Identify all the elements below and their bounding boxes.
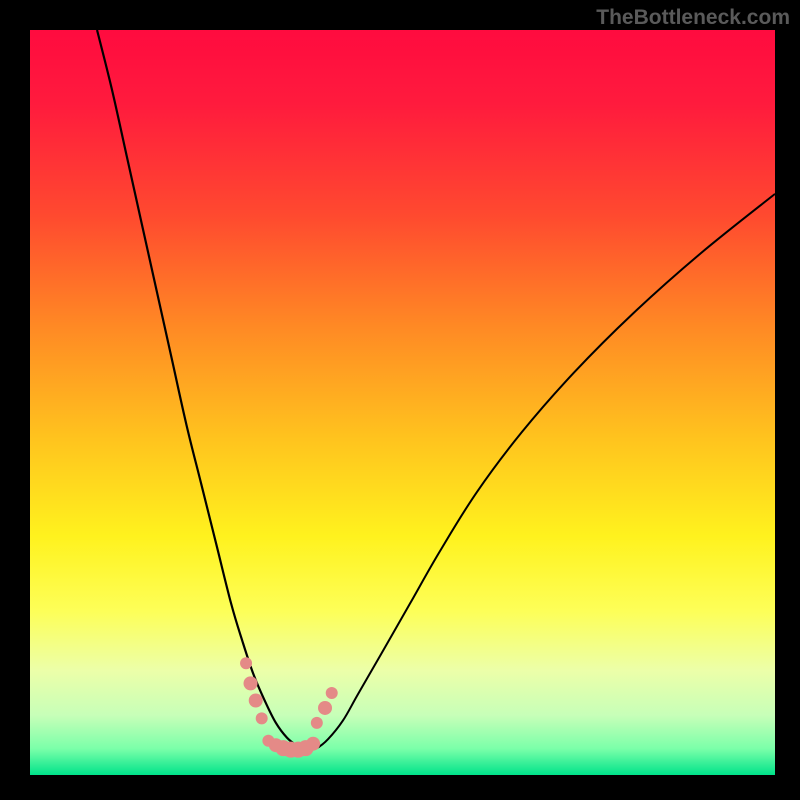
left-curve: [97, 30, 306, 751]
marker-dot: [249, 694, 263, 708]
marker-dot: [256, 712, 268, 724]
marker-dot: [306, 737, 320, 751]
plot-area: [30, 30, 775, 775]
minimum-markers: [240, 657, 338, 757]
marker-dot: [244, 676, 258, 690]
marker-dot: [318, 701, 332, 715]
marker-dot: [311, 717, 323, 729]
watermark: TheBottleneck.com: [596, 6, 790, 30]
right-curve: [306, 194, 775, 751]
curves-layer: [30, 30, 775, 775]
marker-dot: [240, 657, 252, 669]
marker-dot: [326, 687, 338, 699]
chart-frame: TheBottleneck.com: [0, 0, 800, 800]
